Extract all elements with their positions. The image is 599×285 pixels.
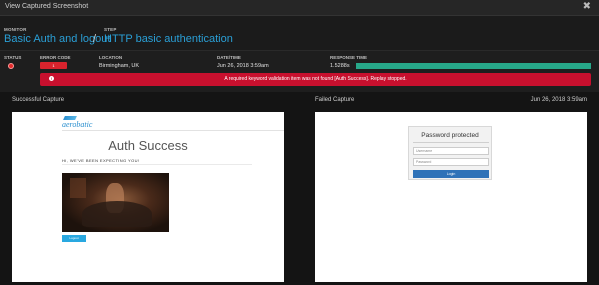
password-protected-form: Password protected Username Password Log… (408, 126, 492, 180)
response-time-bar (356, 63, 591, 69)
alert-message: A required keyword validation item was n… (224, 76, 407, 82)
content-divider (62, 164, 252, 165)
status-label: STATUS (4, 55, 22, 60)
successful-capture-label: Successful Capture (12, 97, 65, 103)
response-time-value: 1.5288s (330, 63, 350, 69)
form-divider (413, 142, 489, 143)
error-code-label: ERROR CODE (40, 55, 71, 60)
auth-success-heading: Auth Success (108, 138, 188, 153)
response-time-bar-fill (356, 63, 591, 69)
location-label: LOCATION (99, 55, 123, 60)
modal-title-bar: View Captured Screenshot ✖ (0, 0, 599, 16)
close-icon[interactable]: ✖ (583, 1, 591, 12)
monitor-label: MONITOR (4, 27, 27, 32)
location-value: Birmingham, UK (99, 63, 140, 69)
step-name[interactable]: HTTP basic authentication (104, 33, 233, 45)
nav-divider (62, 130, 284, 131)
step-label: STEP (104, 27, 117, 32)
password-field[interactable]: Password (413, 158, 489, 166)
logout-button[interactable]: Logout (62, 235, 86, 242)
auth-subheading: HI, WE'VE BEEN EXPECTING YOU! (62, 158, 140, 163)
successful-capture-image[interactable]: aerobatic Auth Success HI, WE'VE BEEN EX… (12, 112, 284, 282)
error-alert: ! A required keyword validation item was… (40, 73, 591, 86)
response-time-label: RESPONSE TIME (330, 55, 368, 60)
password-protected-title: Password protected (421, 132, 479, 139)
failed-capture-label: Failed Capture (315, 97, 355, 103)
error-code-badge: 1 (40, 62, 67, 69)
failed-capture-image[interactable]: Password protected Username Password Log… (315, 112, 587, 282)
datetime-value: Jun 26, 2018 3:59am (217, 63, 269, 69)
logo-text: aerobatic (62, 120, 93, 129)
error-status-icon (8, 63, 14, 69)
datetime-label: DATE/TIME (217, 55, 241, 60)
capture-header: MONITOR Basic Auth and logout / STEP HTT… (0, 16, 599, 50)
failed-capture-datetime: Jun 26, 2018 3:59am (530, 97, 587, 103)
welcome-photo (62, 173, 169, 232)
modal-title: View Captured Screenshot (5, 3, 89, 10)
run-info-bar: STATUS ERROR CODE 1 LOCATION Birmingham,… (0, 50, 599, 92)
login-button[interactable]: Login (413, 170, 489, 178)
breadcrumb-separator: / (93, 33, 97, 45)
username-field[interactable]: Username (413, 147, 489, 155)
